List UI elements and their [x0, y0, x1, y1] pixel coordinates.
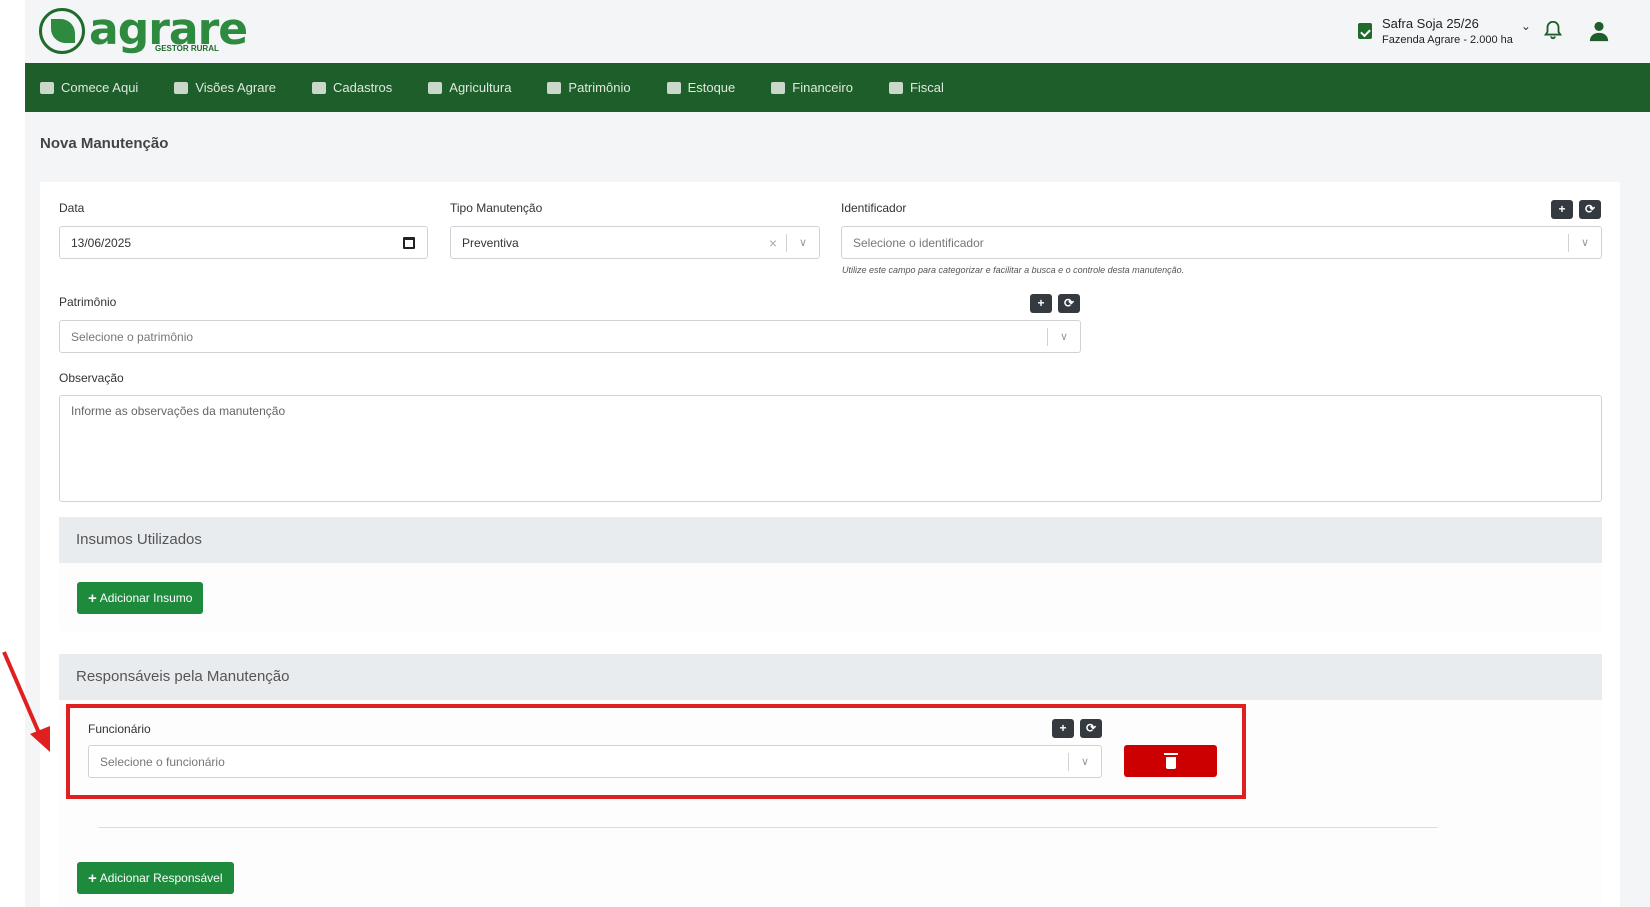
page-title: Nova Manutenção — [40, 135, 169, 152]
identificador-label: Identificador — [841, 201, 907, 215]
main-nav: Comece Aqui Visões Agrare Cadastros Agri… — [25, 63, 1650, 112]
dashboard-icon — [174, 81, 189, 94]
refresh-patrimonio-button[interactable]: ⟳ — [1058, 294, 1080, 313]
observacao-label: Observação — [59, 371, 124, 385]
divider — [98, 827, 1438, 828]
chevron-down-icon[interactable]: ∨ — [1048, 330, 1080, 343]
add-patrimonio-button[interactable]: + — [1030, 294, 1052, 313]
insumos-section-body — [59, 563, 1602, 631]
agrare-logo[interactable]: agrare GESTOR RURAL — [39, 4, 248, 56]
chevron-down-icon[interactable]: ∨ — [1569, 236, 1601, 249]
season-title: Safra Soja 25/26 — [1382, 16, 1479, 31]
observacao-textarea[interactable]: Informe as observações da manutenção — [59, 395, 1602, 502]
money-hand-icon — [771, 81, 786, 94]
plus-icon: + — [88, 589, 97, 607]
calendar-check-icon — [1358, 23, 1372, 39]
logo-subtitle: GESTOR RURAL — [155, 44, 219, 53]
tipo-manutencao-label: Tipo Manutenção — [450, 201, 543, 215]
highlight-box — [66, 704, 1246, 799]
boxes-icon — [666, 81, 681, 94]
bell-icon[interactable] — [1542, 19, 1564, 41]
season-selector[interactable]: Safra Soja 25/26 Fazenda Agrare - 2.000 … — [1358, 14, 1531, 48]
nav-comece-aqui[interactable]: Comece Aqui — [40, 80, 138, 95]
leaf-icon — [428, 81, 443, 94]
nav-visoes-agrare[interactable]: Visões Agrare — [174, 80, 276, 95]
responsaveis-section-header: Responsáveis pela Manutenção — [59, 654, 1602, 700]
invoice-icon — [888, 81, 903, 94]
add-responsavel-button[interactable]: + Adicionar Responsável — [77, 862, 234, 894]
identificador-select[interactable]: Selecione o identificador ∨ — [841, 226, 1602, 259]
refresh-identificador-button[interactable]: ⟳ — [1579, 200, 1601, 219]
tipo-manutencao-select[interactable]: Preventiva × ∨ — [450, 226, 820, 259]
identificador-hint: Utilize este campo para categorizar e fa… — [842, 265, 1185, 275]
top-header: agrare GESTOR RURAL Safra Soja 25/26 Faz… — [25, 0, 1650, 63]
nav-agricultura[interactable]: Agricultura — [428, 80, 511, 95]
red-arrow-annotation — [2, 651, 50, 752]
signs-icon — [312, 81, 327, 94]
insumos-section-header: Insumos Utilizados — [59, 517, 1602, 563]
data-date-input[interactable]: 13/06/2025 — [59, 226, 428, 259]
chevron-down-icon: ⌄ — [1520, 19, 1531, 33]
nav-estoque[interactable]: Estoque — [666, 80, 735, 95]
patrimonio-label: Patrimônio — [59, 295, 117, 309]
data-label: Data — [59, 201, 85, 215]
calendar-icon[interactable] — [403, 236, 415, 249]
add-identificador-button[interactable]: + — [1551, 200, 1573, 219]
plus-icon: + — [88, 869, 97, 887]
clear-icon[interactable]: × — [760, 235, 786, 251]
nav-patrimonio[interactable]: Patrimônio — [547, 80, 631, 95]
nav-financeiro[interactable]: Financeiro — [771, 80, 853, 95]
logo-leaf-icon — [39, 8, 85, 54]
nav-cadastros[interactable]: Cadastros — [312, 80, 392, 95]
add-insumo-button[interactable]: + Adicionar Insumo — [77, 582, 204, 614]
tractor-icon — [547, 81, 562, 94]
handshake-icon — [40, 81, 54, 94]
chevron-down-icon[interactable]: ∨ — [787, 236, 819, 249]
nav-fiscal[interactable]: Fiscal — [888, 80, 944, 95]
season-farm: Fazenda Agrare - 2.000 ha — [1382, 34, 1513, 46]
user-avatar-icon[interactable] — [1588, 20, 1610, 42]
patrimonio-select[interactable]: Selecione o patrimônio ∨ — [59, 320, 1081, 353]
